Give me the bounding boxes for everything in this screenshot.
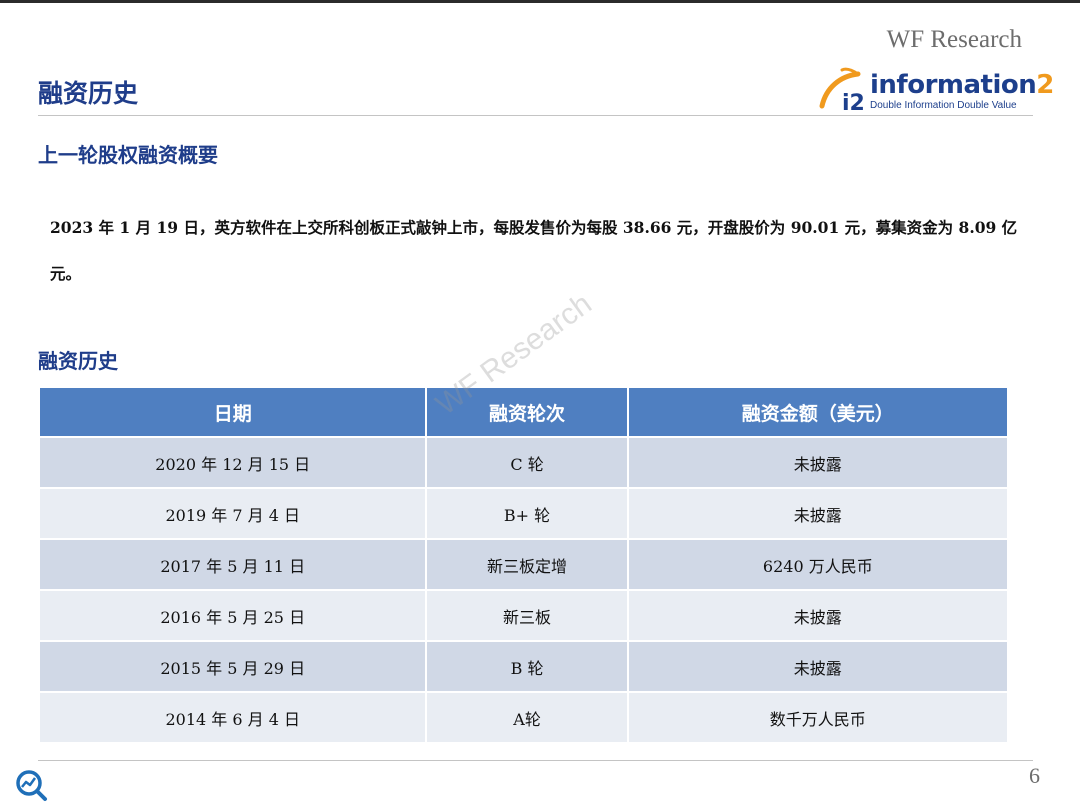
cell-date: 2019 年 7 月 4 日 — [40, 489, 426, 538]
cell-round: A轮 — [427, 693, 627, 742]
logo-word: information2 — [870, 70, 1054, 100]
cell-date: 2015 年 5 月 29 日 — [40, 642, 426, 691]
logo-badge: i2 — [842, 91, 865, 114]
cell-amount: 未披露 — [628, 642, 1007, 691]
page-title: 融资历史 — [38, 79, 139, 108]
title-divider — [38, 115, 1033, 116]
column-header-date: 日期 — [40, 388, 426, 436]
cell-amount: 未披露 — [628, 438, 1007, 487]
cell-round: 新三板定增 — [427, 540, 627, 589]
summary-text: 2023 年 1 月 19 日，英方软件在上交所科创板正式敲钟上市，每股发售价为… — [50, 218, 1018, 283]
cell-amount: 数千万人民币 — [628, 693, 1007, 742]
logo-word-accent: 2 — [1036, 70, 1054, 100]
cell-date: 2014 年 6 月 4 日 — [40, 693, 426, 742]
cell-round: C 轮 — [427, 438, 627, 487]
table-row: 2020 年 12 月 15 日 C 轮 未披露 — [40, 438, 1007, 487]
information2-logo: i2 information2 Double Information Doubl… — [818, 66, 1054, 116]
column-header-amount: 融资金额（美元） — [628, 388, 1007, 436]
search-chart-icon — [16, 770, 47, 801]
table-row: 2014 年 6 月 4 日 A轮 数千万人民币 — [40, 693, 1007, 742]
history-heading: 融资历史 — [38, 349, 118, 373]
table-row: 2016 年 5 月 25 日 新三板 未披露 — [40, 591, 1007, 640]
page-number: 6 — [1029, 763, 1040, 788]
logo-word-main: information — [870, 70, 1037, 100]
table-header-row: 日期 融资轮次 融资金额（美元） — [40, 388, 1007, 436]
funding-history-table: 日期 融资轮次 融资金额（美元） 2020 年 12 月 15 日 C 轮 未披… — [38, 386, 1009, 744]
cell-round: 新三板 — [427, 591, 627, 640]
i2-logo-icon: i2 — [819, 67, 865, 116]
cell-date: 2020 年 12 月 15 日 — [40, 438, 426, 487]
cell-amount: 未披露 — [628, 591, 1007, 640]
cell-date: 2017 年 5 月 11 日 — [40, 540, 426, 589]
logo-tagline: Double Information Double Value — [870, 100, 1017, 111]
table-row: 2015 年 5 月 29 日 B 轮 未披露 — [40, 642, 1007, 691]
cell-round: B 轮 — [427, 642, 627, 691]
cell-date: 2016 年 5 月 25 日 — [40, 591, 426, 640]
column-header-round: 融资轮次 — [427, 388, 627, 436]
summary-heading: 上一轮股权融资概要 — [38, 143, 218, 167]
footer-divider — [38, 760, 1033, 761]
cell-round: B+ 轮 — [427, 489, 627, 538]
header-brand: WF Research — [886, 26, 1022, 53]
top-rule — [0, 0, 1080, 3]
table-row: 2017 年 5 月 11 日 新三板定增 6240 万人民币 — [40, 540, 1007, 589]
cell-amount: 6240 万人民币 — [628, 540, 1007, 589]
cell-amount: 未披露 — [628, 489, 1007, 538]
table-row: 2019 年 7 月 4 日 B+ 轮 未披露 — [40, 489, 1007, 538]
